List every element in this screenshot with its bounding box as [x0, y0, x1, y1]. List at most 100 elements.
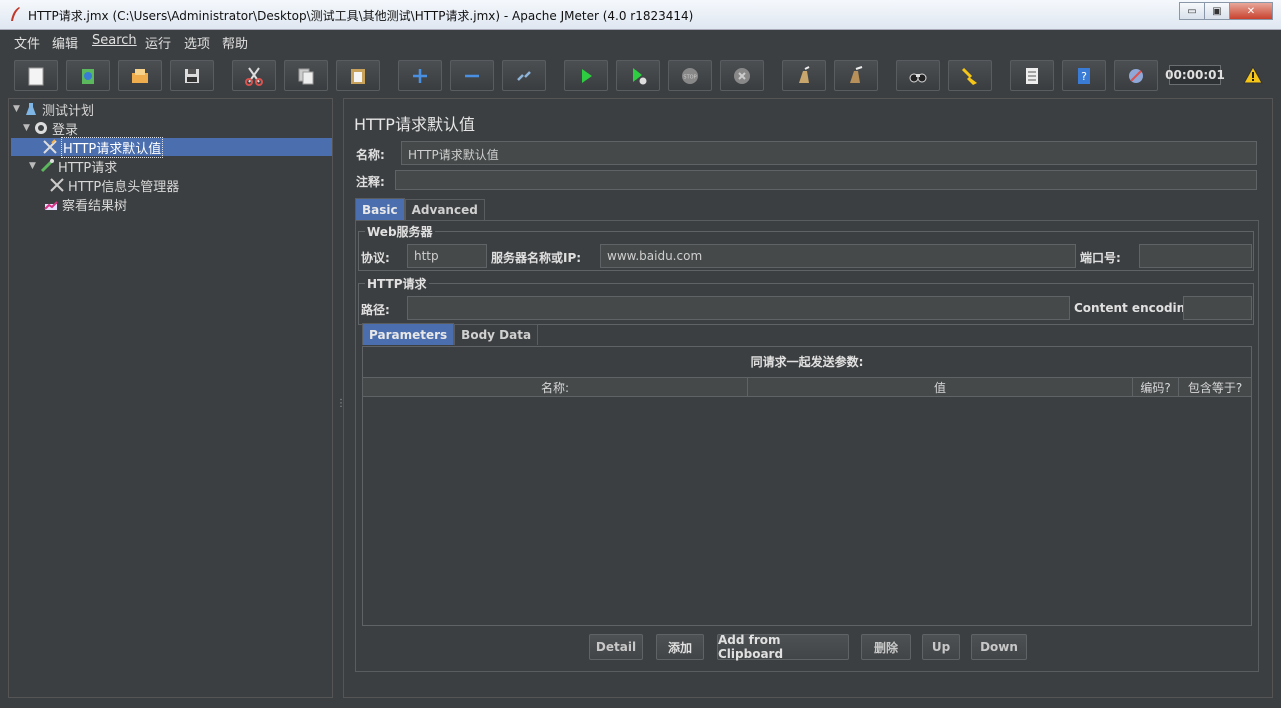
- reset-search-button[interactable]: [948, 60, 992, 91]
- restore-button[interactable]: ▣: [1204, 2, 1230, 20]
- shutdown-button[interactable]: [720, 60, 764, 91]
- menu-search[interactable]: Search: [92, 33, 137, 48]
- save-icon: [185, 68, 199, 83]
- tab-body-data[interactable]: Body Data: [454, 324, 539, 345]
- copy-icon: [298, 68, 314, 84]
- remote-button[interactable]: [1114, 60, 1158, 91]
- add-button[interactable]: 添加: [656, 634, 704, 660]
- detail-button[interactable]: Detail: [589, 634, 643, 660]
- new-icon: [28, 67, 44, 85]
- save-button[interactable]: [170, 60, 214, 91]
- tree-label: HTTP信息头管理器: [68, 179, 180, 195]
- expand-arrow-icon[interactable]: ▼: [13, 104, 23, 114]
- tree-item-thread-group[interactable]: ▼ 登录: [23, 119, 79, 138]
- down-button[interactable]: Down: [971, 634, 1027, 660]
- search-icon: [909, 73, 927, 82]
- cut-button[interactable]: [232, 60, 276, 91]
- tab-basic[interactable]: Basic: [355, 198, 405, 220]
- delete-button[interactable]: 删除: [861, 634, 911, 660]
- search-button[interactable]: [896, 60, 940, 91]
- menu-help[interactable]: 帮助: [222, 33, 248, 52]
- toggle-icon: [517, 70, 531, 81]
- chart-icon: [44, 201, 58, 210]
- gear-icon: [35, 122, 47, 134]
- name-label: 名称:: [356, 148, 385, 162]
- toolbar: STOP ? 00:00:01: [0, 52, 1281, 98]
- name-field[interactable]: HTTP请求默认值: [401, 141, 1257, 165]
- clear-all-icon: [850, 65, 863, 83]
- jmeter-feather-icon: [11, 7, 20, 21]
- start-no-pause-icon: [633, 67, 647, 84]
- expand-button[interactable]: [398, 60, 442, 91]
- clear-icon: [799, 65, 810, 83]
- collapse-icon: [465, 74, 479, 77]
- function-helper-button[interactable]: [1010, 60, 1054, 91]
- menu-file[interactable]: 文件: [14, 33, 40, 52]
- svg-text:?: ?: [1081, 70, 1087, 83]
- reset-search-icon: [961, 67, 977, 85]
- toggle-button[interactable]: [502, 60, 546, 91]
- port-label: 端口号:: [1080, 251, 1121, 265]
- start-button[interactable]: [564, 60, 608, 91]
- new-button[interactable]: [14, 60, 58, 91]
- column-encode[interactable]: 编码?: [1133, 378, 1179, 396]
- tree-label: 测试计划: [42, 103, 95, 119]
- tree-label: 登录: [52, 122, 79, 138]
- protocol-field[interactable]: http: [407, 244, 487, 268]
- svg-text:STOP: STOP: [683, 74, 696, 80]
- comment-field[interactable]: [395, 170, 1257, 190]
- table-header: 名称: 值 编码? 包含等于?: [363, 377, 1251, 397]
- comment-label: 注释:: [356, 175, 385, 189]
- collapse-button[interactable]: [450, 60, 494, 91]
- menu-options[interactable]: 选项: [184, 33, 210, 52]
- paste-button[interactable]: [336, 60, 380, 91]
- test-plan-tree: ▼ 测试计划 ▼ 登录 HTTP请求默认值 ▼ HTTP请求 HTTP信息头管理…: [8, 98, 333, 698]
- shutdown-icon: [734, 67, 750, 84]
- add-from-clipboard-button[interactable]: Add from Clipboard: [717, 633, 849, 661]
- close-button[interactable]: ✕: [1229, 2, 1273, 20]
- menu-edit[interactable]: 编辑: [52, 33, 78, 52]
- up-button[interactable]: Up: [922, 634, 960, 660]
- column-include-equals[interactable]: 包含等于?: [1179, 378, 1251, 396]
- warning-icon[interactable]: [1243, 66, 1263, 84]
- minimize-button[interactable]: ▭: [1179, 2, 1205, 20]
- path-label: 路径:: [361, 303, 390, 317]
- tree-item-http-defaults[interactable]: HTTP请求默认值: [11, 136, 332, 158]
- clear-all-button[interactable]: [834, 60, 878, 91]
- column-value[interactable]: 值: [748, 378, 1133, 396]
- tab-advanced[interactable]: Advanced: [404, 199, 485, 220]
- copy-button[interactable]: [284, 60, 328, 91]
- tree-item-http-request[interactable]: ▼ HTTP请求: [29, 157, 117, 176]
- templates-button[interactable]: [66, 60, 110, 91]
- tools-icon: [43, 139, 57, 154]
- tree-item-header-manager[interactable]: HTTP信息头管理器: [49, 176, 180, 195]
- menu-run[interactable]: 运行: [145, 33, 171, 52]
- server-field[interactable]: www.baidu.com: [600, 244, 1076, 268]
- request-tabs: Parameters Body Data: [362, 323, 539, 345]
- server-label: 服务器名称或IP:: [491, 251, 582, 265]
- port-field[interactable]: [1139, 244, 1252, 268]
- tab-parameters[interactable]: Parameters: [362, 323, 455, 345]
- tree-item-test-plan[interactable]: ▼ 测试计划: [13, 100, 95, 119]
- expand-arrow-icon[interactable]: ▼: [29, 161, 39, 171]
- encoding-field[interactable]: [1183, 296, 1252, 320]
- stop-button[interactable]: STOP: [668, 60, 712, 91]
- menu-bar: 文件 编辑 Search 运行 选项 帮助: [0, 30, 1281, 52]
- page-title: HTTP请求默认值: [354, 115, 475, 134]
- column-name[interactable]: 名称:: [363, 378, 748, 396]
- flask-icon: [26, 103, 36, 115]
- expand-arrow-icon[interactable]: ▼: [23, 123, 33, 133]
- open-button[interactable]: [118, 60, 162, 91]
- web-server-title: Web服务器: [365, 223, 435, 240]
- templates-icon: [82, 68, 94, 84]
- paste-icon: [351, 68, 365, 84]
- expand-icon: [413, 68, 427, 83]
- open-icon: [132, 68, 148, 83]
- stop-icon: STOP: [682, 67, 698, 84]
- clear-button[interactable]: [782, 60, 826, 91]
- help-button[interactable]: ?: [1062, 60, 1106, 91]
- tree-item-results-tree[interactable]: 察看结果树: [43, 195, 127, 214]
- status-strip: [0, 698, 1281, 708]
- start-no-pause-button[interactable]: [616, 60, 660, 91]
- path-field[interactable]: [407, 296, 1070, 320]
